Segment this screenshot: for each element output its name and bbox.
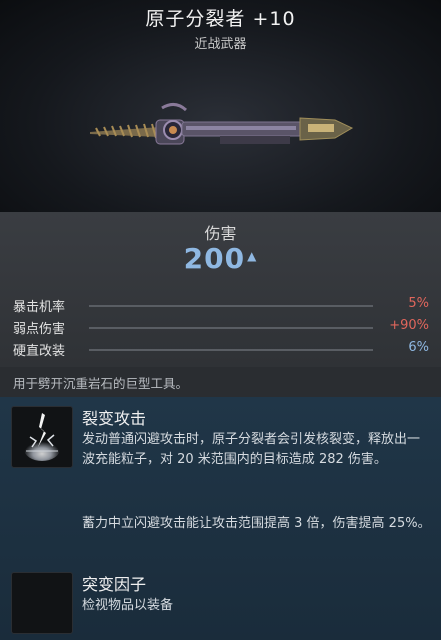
stat-label: 暴击机率 bbox=[13, 300, 66, 315]
weapon-image bbox=[90, 103, 354, 145]
mod-description: 发动普通闪避攻击时，原子分裂者会引发核裂变，释放出一波充能粒子，对 20 米范围… bbox=[82, 432, 421, 467]
damage-label: 伤害 bbox=[204, 224, 237, 243]
mod-title: 裂变攻击 bbox=[82, 409, 147, 428]
stats-panel: 伤害 200 ▲ 暴击机率 5% 弱点伤害 +90% 硬直改装 6% bbox=[0, 212, 441, 367]
mods-panel: 裂变攻击 发动普通闪避攻击时，原子分裂者会引发核裂变，释放出一波充能粒子，对 2… bbox=[0, 397, 441, 640]
stat-label: 硬直改装 bbox=[13, 344, 66, 359]
stat-label: 弱点伤害 bbox=[13, 322, 66, 337]
stat-value: 6% bbox=[408, 340, 429, 355]
empty-mutator-slot[interactable] bbox=[11, 572, 73, 634]
stat-row-crit: 暴击机率 5% bbox=[13, 296, 429, 316]
damage-number: 200 bbox=[183, 242, 246, 275]
fission-lightning-icon[interactable] bbox=[11, 406, 73, 468]
stat-divider bbox=[89, 327, 373, 329]
item-header: 原子分裂者 +10 近战武器 bbox=[0, 0, 441, 212]
damage-value: 200 ▲ bbox=[0, 242, 441, 275]
stat-divider bbox=[89, 349, 373, 351]
item-type: 近战武器 bbox=[194, 37, 247, 52]
mutator-title: 突变因子 bbox=[82, 575, 147, 594]
stat-divider bbox=[89, 305, 373, 307]
caret-up-icon: ▲ bbox=[247, 249, 258, 263]
item-description: 用于劈开沉重岩石的巨型工具。 bbox=[0, 367, 441, 398]
mod-description-2: 蓄力中立闪避攻击能让攻击范围提高 3 倍，伤害提高 25%。 bbox=[82, 516, 431, 531]
item-title: 原子分裂者 +10 bbox=[145, 8, 296, 30]
description-text: 用于劈开沉重岩石的巨型工具。 bbox=[13, 376, 189, 391]
mutator-hint: 检视物品以装备 bbox=[82, 598, 174, 613]
stat-value: +90% bbox=[389, 318, 429, 333]
stat-value: 5% bbox=[408, 296, 429, 311]
stat-row-weakspot: 弱点伤害 +90% bbox=[13, 318, 429, 338]
stat-row-stagger: 硬直改装 6% bbox=[13, 340, 429, 360]
